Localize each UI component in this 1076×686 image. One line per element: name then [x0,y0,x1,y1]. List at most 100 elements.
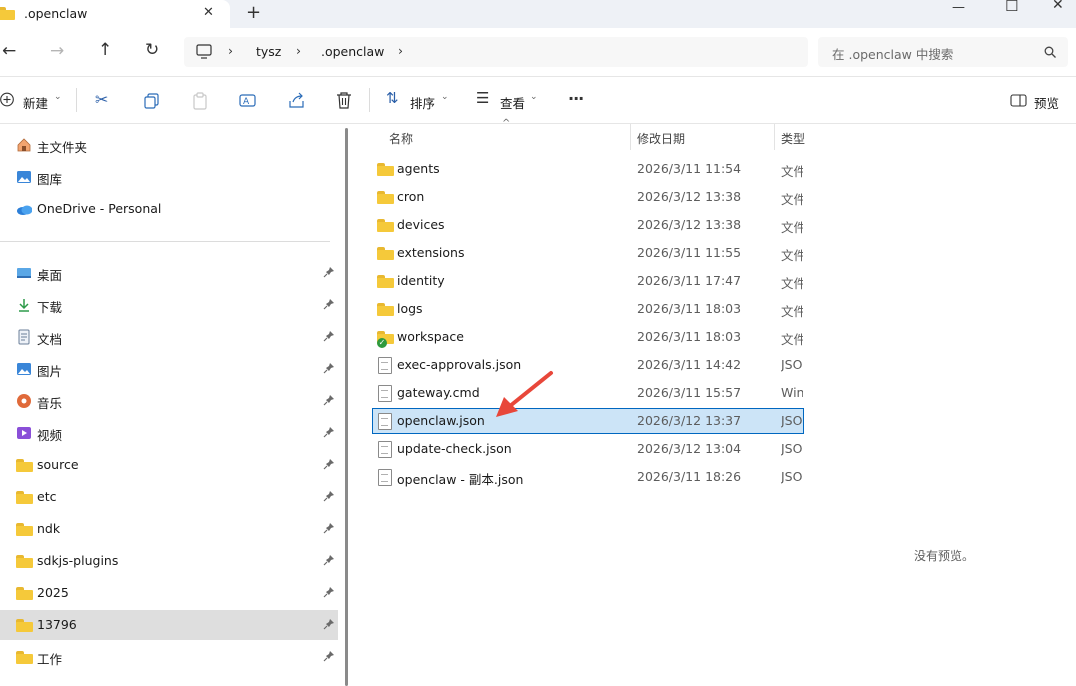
sidebar-item-sdkjs-plugins[interactable]: sdkjs-plugins [0,546,338,576]
sidebar-item-label: ndk [37,521,61,536]
sort-ascending-icon: ^ [502,118,511,129]
chevron-down-icon: ⌄ [54,92,62,102]
tab-openclaw[interactable]: .openclaw ✕ [0,0,230,28]
file-row[interactable]: gateway.cmd 2026/3/11 15:57 Win [373,381,803,405]
pin-icon[interactable] [323,330,335,342]
view-button[interactable]: ☰ 查看 ⌄ [476,89,542,113]
file-type: 文件 [781,220,803,235]
cut-icon[interactable]: ✂ [95,90,108,109]
pin-icon[interactable] [323,522,335,534]
command-bar: 新建 ⌄ ✂ A ⇅ 排序 ⌄ ☰ 查看 ⌄ ··· 预览 [0,77,1076,124]
file-row[interactable]: identity 2026/3/11 17:47 文件 [373,269,803,293]
file-name: cron [397,189,425,204]
pin-icon[interactable] [323,298,335,310]
pin-icon[interactable] [323,426,335,438]
back-arrow-icon[interactable]: ← [2,41,16,61]
sidebar-item-label: 视频 [37,428,63,443]
sidebar-item-gallery[interactable]: 图库 [0,162,338,192]
column-header-name[interactable]: 名称 [389,130,413,147]
pin-icon[interactable] [323,394,335,406]
share-icon[interactable] [288,92,305,109]
sidebar-item-2025[interactable]: 2025 [0,578,338,608]
pin-icon[interactable] [323,362,335,374]
file-row[interactable]: ✓ workspace 2026/3/11 18:03 文件 [373,325,803,349]
pin-icon[interactable] [323,618,335,630]
sidebar-item-home[interactable]: 主文件夹 [0,130,338,160]
search-box[interactable]: 在 .openclaw 中搜索 [818,37,1068,67]
sidebar-item-label: 图库 [37,172,63,187]
sidebar-item-下载[interactable]: 下载 [0,290,338,320]
sidebar-item-label: sdkjs-plugins [37,553,119,568]
document-icon [16,329,32,345]
file-row[interactable]: extensions 2026/3/11 11:55 文件 [373,241,803,265]
close-tab-icon[interactable]: ✕ [203,5,214,20]
file-modified-date: 2026/3/11 18:26 [637,469,742,484]
address-bar[interactable]: › tysz › .openclaw › [184,37,808,67]
divider [0,241,330,242]
preview-button[interactable]: 预览 [1010,89,1070,113]
download-icon [16,297,32,313]
chevron-right-icon[interactable]: › [398,43,403,58]
pin-icon[interactable] [323,266,335,278]
column-header-type[interactable]: 类型 [781,130,805,147]
chevron-right-icon: › [296,43,301,58]
sort-button[interactable]: ⇅ 排序 ⌄ [386,89,452,113]
breadcrumb-item-tysz[interactable]: tysz [256,44,281,59]
pin-icon[interactable] [323,490,335,502]
sidebar-item-ndk[interactable]: ndk [0,514,338,544]
more-options-button[interactable]: ··· [568,89,584,108]
column-divider[interactable] [774,124,775,150]
file-type: JSO [781,357,803,372]
pin-icon[interactable] [323,586,335,598]
rename-icon[interactable]: A [239,92,257,109]
file-row[interactable]: openclaw.json 2026/3/12 13:37 JSO [372,408,804,434]
folder-icon [16,459,33,472]
paste-icon[interactable] [192,92,208,110]
sidebar-item-桌面[interactable]: 桌面 [0,258,338,288]
pin-icon[interactable] [323,458,335,470]
sidebar-item-source[interactable]: source [0,450,338,480]
folder-icon [16,619,33,632]
sidebar-item-音乐[interactable]: 音乐 [0,386,338,416]
file-row[interactable]: devices 2026/3/12 13:38 文件 [373,213,803,237]
file-modified-date: 2026/3/11 11:54 [637,161,742,176]
file-row[interactable]: openclaw - 副本.json 2026/3/11 18:26 JSO [373,465,803,489]
pin-icon[interactable] [323,554,335,566]
search-input[interactable]: 在 .openclaw 中搜索 [832,44,953,63]
column-header-modified[interactable]: 修改日期 [637,130,685,147]
file-row[interactable]: logs 2026/3/11 18:03 文件 [373,297,803,321]
sidebar-item-label: 工作 [37,652,63,667]
pin-icon[interactable] [323,650,335,662]
sidebar-item-onedrive[interactable]: › OneDrive - Personal [0,194,338,224]
column-divider[interactable] [630,124,631,150]
maximize-button[interactable]: ☐ [1005,0,1018,15]
sidebar-item-工作[interactable]: 工作 [0,642,338,672]
chevron-down-icon: ⌄ [530,92,538,102]
sidebar-item-文档[interactable]: 文档 [0,322,338,352]
file-type: Win [781,385,803,400]
new-tab-button[interactable]: + [246,2,261,23]
file-icon [378,413,392,430]
minimize-button[interactable]: — [952,0,965,15]
sidebar-item-13796[interactable]: 13796 [0,610,338,640]
sidebar-item-视频[interactable]: 视频 [0,418,338,448]
refresh-icon[interactable]: ↻ [145,40,159,60]
up-arrow-icon[interactable]: ↑ [98,40,112,60]
file-row[interactable]: agents 2026/3/11 11:54 文件 [373,157,803,181]
sidebar-item-etc[interactable]: etc [0,482,338,512]
desktop-icon [16,265,32,281]
delete-icon[interactable] [336,92,352,109]
file-type: 文件 [781,332,803,347]
copy-icon[interactable] [144,93,160,109]
preview-pane: 没有预览。 [815,124,1076,686]
sidebar-item-图片[interactable]: 图片 [0,354,338,384]
file-name: update-check.json [397,441,512,456]
forward-arrow-icon[interactable]: → [50,41,64,61]
file-row[interactable]: cron 2026/3/12 13:38 文件 [373,185,803,209]
file-row[interactable]: update-check.json 2026/3/12 13:04 JSO [373,437,803,461]
close-window-button[interactable]: ✕ [1052,0,1064,13]
file-row[interactable]: exec-approvals.json 2026/3/11 14:42 JSO [373,353,803,377]
breadcrumb-item-openclaw[interactable]: .openclaw [321,44,384,59]
search-icon[interactable] [1044,46,1056,58]
sidebar-scrollbar[interactable] [345,128,348,686]
